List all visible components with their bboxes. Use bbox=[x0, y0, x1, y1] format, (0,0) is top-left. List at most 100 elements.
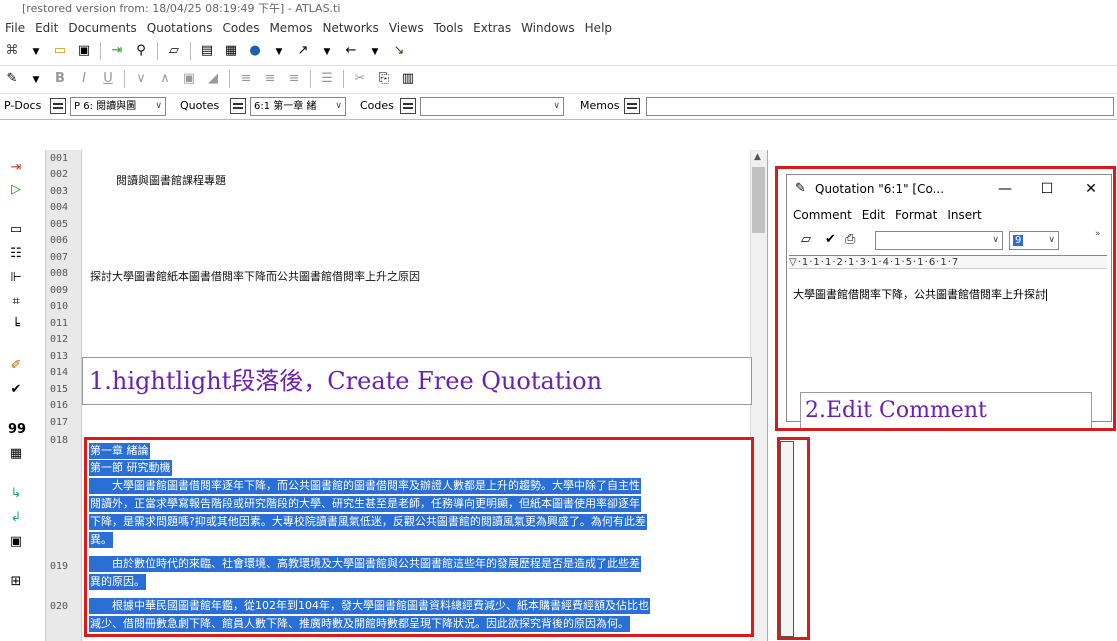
memos-select[interactable] bbox=[646, 97, 1114, 116]
document-manager-icon[interactable]: ▤ bbox=[198, 42, 216, 60]
dropdown-icon[interactable]: ▼ bbox=[27, 71, 45, 89]
assign-code-icon[interactable]: ⇥ bbox=[108, 42, 126, 60]
line-number: 017 bbox=[50, 417, 69, 428]
align-center-icon[interactable]: ≡ bbox=[261, 70, 279, 88]
main-toolbar: ⌘ ▼ ▭ ▣ ⇥ ⚲ ▱ ▤ ▦ ● ▼ ↗ ▼ ← ▼ ↘ bbox=[0, 38, 1117, 66]
codes-label: Codes bbox=[360, 99, 394, 112]
memos-list-icon[interactable] bbox=[624, 98, 640, 114]
project-icon[interactable]: ⌘ bbox=[3, 42, 21, 60]
line-number: 020 bbox=[50, 601, 69, 612]
menu-tools[interactable]: Tools bbox=[429, 18, 469, 38]
selected-line: 第一章 緒論 bbox=[89, 443, 150, 459]
new-window-icon[interactable]: ▭ bbox=[51, 42, 69, 60]
codes-select[interactable]: ∨ bbox=[420, 97, 564, 116]
selected-line: 閱讀外，正當求學寫報告階段或研究階段的大學、研究生甚至是老師，任務導向更明顯，但… bbox=[89, 496, 641, 512]
line-number: 005 bbox=[50, 219, 69, 230]
memo-write-icon[interactable]: ✐ bbox=[8, 358, 24, 374]
line-number: 002 bbox=[50, 169, 69, 180]
cut-icon[interactable]: ✂ bbox=[351, 70, 369, 88]
chevron-up-icon[interactable]: ∧ bbox=[156, 70, 174, 88]
line-number-gutter: 001 002 003 004 005 006 007 008 009 010 … bbox=[46, 150, 82, 641]
pdocs-select[interactable]: P 6: 閱讀與圖 ∨ bbox=[70, 97, 166, 116]
line-number: 010 bbox=[50, 301, 69, 312]
list-code-icon[interactable]: ☷ bbox=[8, 246, 24, 262]
bold-icon[interactable]: B bbox=[51, 70, 69, 88]
comment-window-highlight-box bbox=[775, 166, 1116, 431]
pen-icon[interactable]: ↗ bbox=[294, 42, 312, 60]
open-folder-icon[interactable]: ▱ bbox=[165, 42, 183, 60]
align-right-icon[interactable]: ≡ bbox=[285, 70, 303, 88]
align-left-icon[interactable]: ≡ bbox=[237, 70, 255, 88]
line-number: 014 bbox=[50, 367, 69, 378]
menu-help[interactable]: Help bbox=[580, 18, 617, 38]
tool-arrow-icon[interactable]: ↘ bbox=[390, 42, 408, 60]
pencil-icon[interactable]: ✎ bbox=[3, 70, 21, 88]
network-view-icon[interactable]: ⊞ bbox=[8, 574, 24, 590]
menu-documents[interactable]: Documents bbox=[63, 18, 141, 38]
link-quote-icon[interactable]: ↳ bbox=[8, 486, 24, 502]
dropdown-icon[interactable]: ▼ bbox=[366, 43, 384, 61]
fill-color-icon[interactable]: ▣ bbox=[180, 70, 198, 88]
save-icon[interactable]: ▣ bbox=[75, 42, 93, 60]
pdocs-list-icon[interactable] bbox=[50, 98, 66, 114]
chevron-down-icon[interactable]: ∨ bbox=[132, 70, 150, 88]
left-vertical-toolbar: ⇥ ▷ ▭ ☷ ⊩ ⌗ ╘ ✐ ✔ 99 ▦ ↳ ↲ ▣ ⊞ bbox=[0, 150, 46, 641]
back-arrow-icon[interactable]: ← bbox=[342, 42, 360, 60]
list-icon[interactable]: ☰ bbox=[318, 70, 336, 88]
paste-icon[interactable]: ▥ bbox=[399, 70, 417, 88]
copy-icon[interactable]: ⎘ bbox=[375, 70, 393, 88]
selected-line: 根據中華民國圖書館年鑑，從102年到104年，發大學圖書館圖書資料總經費減少、紙… bbox=[89, 598, 650, 614]
menu-quotations[interactable]: Quotations bbox=[142, 18, 218, 38]
line-number: 013 bbox=[50, 351, 69, 362]
italic-icon[interactable]: I bbox=[75, 70, 93, 88]
menu-edit[interactable]: Edit bbox=[30, 18, 63, 38]
menu-networks[interactable]: Networks bbox=[317, 18, 383, 38]
dropdown-icon[interactable]: ▼ bbox=[318, 43, 336, 61]
open-code-icon[interactable]: ▷ bbox=[8, 182, 24, 198]
quotes-label: Quotes bbox=[180, 99, 220, 112]
document-title-line: 閱讀與圖書館課程專題 bbox=[116, 174, 226, 187]
line-number: 012 bbox=[50, 334, 69, 345]
line-number: 007 bbox=[50, 252, 69, 263]
dropdown-icon[interactable]: ▼ bbox=[27, 43, 45, 61]
menu-bar: File Edit Documents Quotations Codes Memos Net… bbox=[0, 18, 1117, 38]
menu-extras[interactable]: Extras bbox=[468, 18, 516, 38]
find-icon[interactable]: ⚲ bbox=[132, 42, 150, 60]
selected-line: 異。 bbox=[89, 532, 113, 548]
dropdown-icon[interactable]: ▼ bbox=[270, 43, 288, 61]
quote-icon[interactable]: 99 bbox=[8, 422, 26, 438]
line-number: 008 bbox=[50, 268, 69, 279]
assign-code-icon[interactable]: ⇥ bbox=[8, 160, 24, 176]
tree-icon[interactable]: ⊩ bbox=[8, 270, 24, 286]
menu-memos[interactable]: Memos bbox=[264, 18, 317, 38]
hierarchy-icon[interactable]: ╘ bbox=[8, 318, 24, 334]
table-icon[interactable]: ▦ bbox=[222, 42, 240, 60]
menu-windows[interactable]: Windows bbox=[516, 18, 580, 38]
quotes-select[interactable]: 6:1 第一章 緒 ∨ bbox=[250, 97, 346, 116]
highlight-icon[interactable]: ◢ bbox=[204, 70, 222, 88]
quotation-margin-bracket[interactable] bbox=[780, 441, 794, 637]
menu-codes[interactable]: Codes bbox=[217, 18, 264, 38]
selected-line: 下降，是需求問題嗎?抑或其他因素。大專校院讀書風氣低迷，反觀公共圖書館的閱讀風氣… bbox=[89, 514, 647, 530]
globe-icon[interactable]: ● bbox=[246, 42, 264, 60]
selected-quotation-block[interactable]: 第一章 緒論 第一節 研究動機 大學圖書館圖書借閱率逐年下降，而公共圖書館的圖書… bbox=[84, 437, 754, 637]
selected-line: 由於數位時代的來臨、社會環境、高教環境及大學圖書館與公共圖書館這些年的發展歷程是… bbox=[89, 556, 641, 572]
line-number: 016 bbox=[50, 400, 69, 411]
checkmark-icon[interactable]: ✔ bbox=[8, 382, 24, 398]
menu-file[interactable]: File bbox=[0, 18, 30, 38]
codes-list-icon[interactable] bbox=[400, 98, 416, 114]
editor-scrollbar-thumb[interactable] bbox=[752, 167, 765, 233]
document-selector-bar: P-Docs P 6: 閱讀與圖 ∨ Quotes 6:1 第一章 緒 ∨ Code… bbox=[0, 94, 1117, 120]
quotes-list-icon[interactable] bbox=[230, 98, 246, 114]
unlink-quote-icon[interactable]: ↲ bbox=[8, 510, 24, 526]
grid-list-icon[interactable]: ▦ bbox=[8, 446, 24, 462]
rectangle-icon[interactable]: ▭ bbox=[8, 222, 24, 238]
selected-line: 減少、借閱冊數急劇下降、館員人數下降、推廣時數及開館時數都呈現下降狀況。因此欲探… bbox=[89, 616, 630, 632]
scroll-up-icon[interactable]: ▲ bbox=[754, 152, 761, 162]
underline-icon[interactable]: U bbox=[99, 70, 117, 88]
network-icon[interactable]: ⌗ bbox=[8, 294, 24, 310]
menu-views[interactable]: Views bbox=[384, 18, 429, 38]
frame-icon[interactable]: ▣ bbox=[8, 534, 24, 550]
pdocs-label: P-Docs bbox=[4, 99, 42, 112]
format-toolbar: ✎ ▼ B I U ∨ ∧ ▣ ◢ ≡ ≡ ≡ ☰ ✂ ⎘ ▥ bbox=[0, 66, 1117, 94]
